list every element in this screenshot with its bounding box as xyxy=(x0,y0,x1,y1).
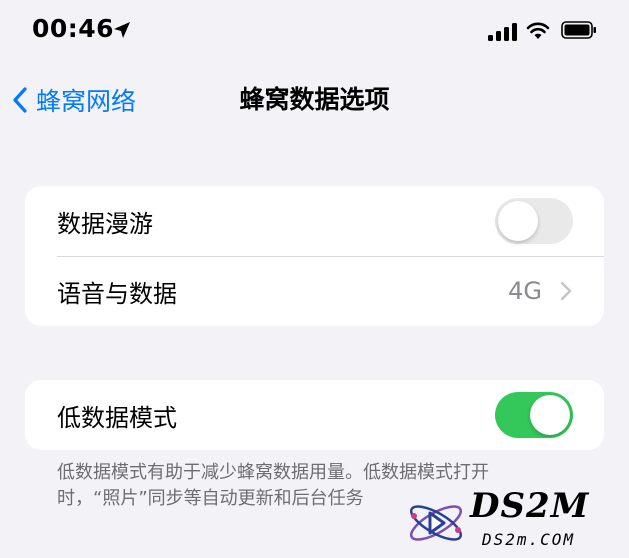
settings-group-low-data: 低数据模式 xyxy=(25,380,604,450)
footnote-line-1: 低数据模式有助于减少蜂窝数据用量。低数据模式打开 xyxy=(57,462,489,483)
watermark-title: DS2M xyxy=(470,486,590,526)
toggle-knob xyxy=(498,201,538,241)
chevron-left-icon xyxy=(13,87,27,113)
data-roaming-row: 数据漫游 xyxy=(25,186,604,256)
back-button-label: 蜂窝网络 xyxy=(36,87,137,116)
location-arrow-icon xyxy=(114,22,130,38)
watermark: DS2M DS2m.COM xyxy=(400,486,625,558)
data-roaming-toggle[interactable] xyxy=(495,198,573,244)
low-data-mode-label: 低数据模式 xyxy=(57,403,177,432)
watermark-subtitle: DS2m.COM xyxy=(482,530,576,549)
status-time: 00:46 xyxy=(32,14,115,43)
atom-logo-icon xyxy=(409,505,463,541)
back-button[interactable]: 蜂窝网络 xyxy=(12,78,136,122)
data-roaming-label: 数据漫游 xyxy=(57,209,153,238)
low-data-mode-toggle[interactable] xyxy=(495,392,573,438)
wifi-icon xyxy=(526,22,550,39)
battery-icon xyxy=(561,21,596,39)
toggle-knob xyxy=(530,395,570,435)
cellular-signal-icon xyxy=(488,23,518,41)
voice-data-label: 语音与数据 xyxy=(57,279,177,308)
navigation-bar: 蜂窝数据选项 蜂窝网络 xyxy=(0,78,629,122)
status-bar: 00:46 xyxy=(0,0,629,62)
settings-group-cellular: 数据漫游 语音与数据 4G xyxy=(25,186,604,326)
voice-data-value: 4G xyxy=(508,277,542,305)
voice-data-row[interactable]: 语音与数据 4G xyxy=(25,256,604,326)
low-data-mode-row: 低数据模式 xyxy=(25,380,604,450)
chevron-right-icon xyxy=(560,281,572,301)
